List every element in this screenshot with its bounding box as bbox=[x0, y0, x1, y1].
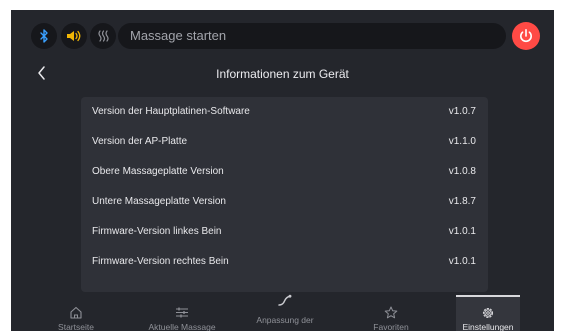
gear-icon bbox=[482, 307, 494, 319]
active-indicator bbox=[456, 295, 520, 297]
info-value: v1.0.1 bbox=[448, 256, 476, 267]
bottom-nav: Startseite Aktuelle Massage Anpassung de… bbox=[11, 294, 554, 331]
info-row: Untere Massageplatte Version v1.8.7 bbox=[81, 187, 488, 217]
info-row: Version der Hauptplatinen-Software v1.0.… bbox=[81, 97, 488, 127]
nav-label: Anpassung der bbox=[256, 315, 314, 325]
info-label: Obere Massageplatte Version bbox=[92, 166, 224, 177]
power-icon bbox=[520, 28, 532, 43]
nav-item-anpassung[interactable]: Anpassung der bbox=[239, 294, 331, 331]
heat-icon bbox=[98, 30, 109, 42]
info-row: Firmware-Version linkes Bein v1.0.1 bbox=[81, 217, 488, 247]
home-icon bbox=[70, 306, 82, 319]
info-value: v1.0.7 bbox=[448, 106, 476, 117]
bluetooth-button[interactable] bbox=[31, 23, 57, 49]
app-screen: Massage starten Informationen zum Gerät … bbox=[11, 10, 554, 331]
info-value: v1.0.1 bbox=[448, 226, 476, 237]
info-value: v1.8.7 bbox=[448, 196, 476, 207]
nav-item-startseite[interactable]: Startseite bbox=[31, 295, 121, 331]
info-label: Firmware-Version rechtes Bein bbox=[92, 256, 229, 267]
power-button[interactable] bbox=[512, 22, 540, 50]
nav-label: Favoriten bbox=[373, 322, 409, 331]
nav-item-einstellungen[interactable]: Einstellungen bbox=[456, 295, 520, 331]
device-info-list: Version der Hauptplatinen-Software v1.0.… bbox=[81, 97, 488, 292]
bluetooth-icon bbox=[40, 29, 48, 43]
nav-label: Aktuelle Massage bbox=[148, 322, 216, 331]
info-row: Obere Massageplatte Version v1.0.8 bbox=[81, 157, 488, 187]
info-value: v1.1.0 bbox=[448, 136, 476, 147]
sound-button[interactable] bbox=[61, 23, 87, 49]
heat-button[interactable] bbox=[90, 23, 116, 49]
info-label: Version der AP-Platte bbox=[92, 136, 188, 147]
info-value: v1.0.8 bbox=[448, 166, 476, 177]
info-label: Version der Hauptplatinen-Software bbox=[92, 106, 250, 117]
page-title: Informationen zum Gerät bbox=[216, 67, 349, 81]
nav-item-favoriten[interactable]: Favoriten bbox=[346, 295, 436, 331]
sliders-icon bbox=[176, 307, 188, 318]
nav-label: Einstellungen bbox=[462, 322, 514, 331]
star-icon bbox=[384, 306, 398, 319]
massage-start-label: Massage starten bbox=[130, 28, 227, 43]
curve-icon bbox=[278, 294, 292, 306]
massage-start-bar[interactable]: Massage starten bbox=[118, 23, 506, 49]
speaker-icon bbox=[67, 30, 81, 42]
info-row: Firmware-Version rechtes Bein v1.0.1 bbox=[81, 247, 488, 277]
info-label: Firmware-Version linkes Bein bbox=[92, 226, 222, 237]
top-bar: Massage starten bbox=[11, 10, 554, 62]
nav-label: Startseite bbox=[58, 322, 94, 331]
nav-item-aktuelle-massage[interactable]: Aktuelle Massage bbox=[136, 295, 228, 331]
info-label: Untere Massageplatte Version bbox=[92, 196, 226, 207]
info-row: Version der AP-Platte v1.1.0 bbox=[81, 127, 488, 157]
